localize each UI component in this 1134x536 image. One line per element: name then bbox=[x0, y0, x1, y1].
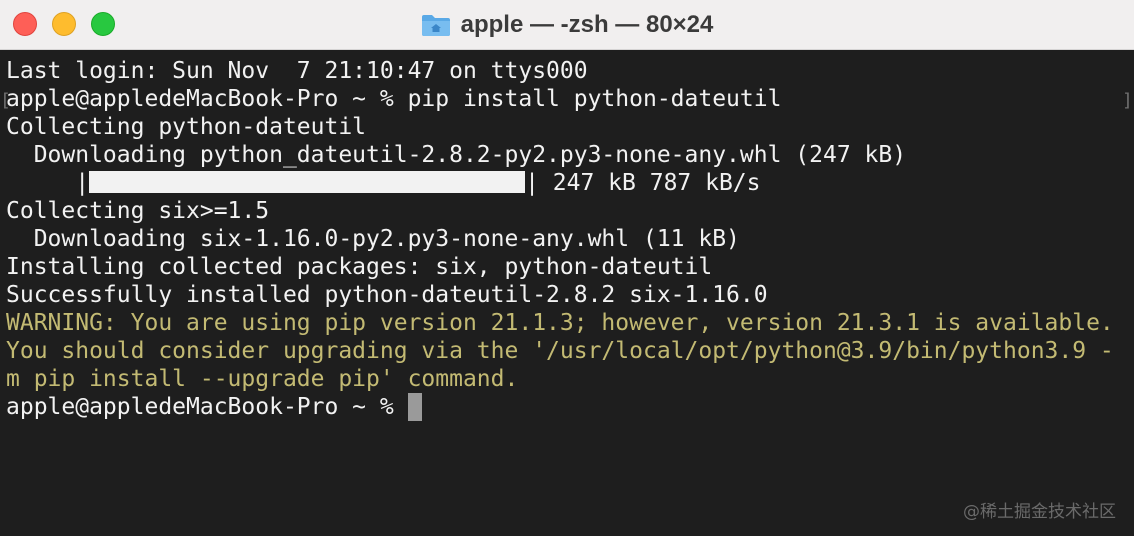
terminal-line-prompt-command: apple@appledeMacBook-Pro ~ % pip install… bbox=[6, 86, 782, 112]
folder-icon bbox=[421, 15, 450, 36]
close-button[interactable] bbox=[13, 12, 37, 36]
download-progress-bar bbox=[89, 171, 526, 193]
terminal-line-downloading-dateutil: Downloading python_dateutil-2.8.2-py2.py… bbox=[6, 142, 907, 168]
minimize-button[interactable] bbox=[52, 12, 76, 36]
title-bar[interactable]: apple — -zsh — 80×24 bbox=[0, 0, 1134, 50]
terminal-window: apple — -zsh — 80×24 Last login: Sun Nov… bbox=[0, 0, 1134, 536]
terminal-line-progress: | | 247 kB 787 kB/s bbox=[6, 169, 1134, 197]
zoom-button[interactable] bbox=[91, 12, 115, 36]
window-title: apple — -zsh — 80×24 bbox=[460, 11, 714, 38]
mark-bracket-left: [ bbox=[0, 90, 11, 111]
terminal-line-collecting-six: Collecting six>=1.5 bbox=[6, 198, 270, 224]
window-title-group: apple — -zsh — 80×24 bbox=[0, 0, 1134, 50]
terminal-line-final-prompt[interactable]: apple@appledeMacBook-Pro ~ % bbox=[6, 393, 1134, 421]
mark-bracket-right: ] bbox=[1122, 90, 1133, 111]
terminal-line-warning-2: You should consider upgrading via the '/… bbox=[6, 338, 1114, 364]
progress-prefix: | bbox=[6, 170, 90, 196]
watermark: @稀土掘金技术社区 bbox=[963, 502, 1116, 522]
terminal-line-warning-3: m pip install --upgrade pip' command. bbox=[6, 366, 519, 392]
terminal-line-warning-1: WARNING: You are using pip version 21.1.… bbox=[6, 310, 1114, 336]
terminal-line-collecting-dateutil: Collecting python-dateutil bbox=[6, 114, 367, 140]
progress-suffix: | 247 kB 787 kB/s bbox=[525, 170, 761, 196]
terminal-line-success: Successfully installed python-dateutil-2… bbox=[6, 282, 768, 308]
text-cursor bbox=[407, 393, 422, 421]
terminal-line-last-login: Last login: Sun Nov 7 21:10:47 on ttys00… bbox=[6, 58, 588, 84]
terminal-line-downloading-six: Downloading six-1.16.0-py2.py3-none-any.… bbox=[6, 226, 740, 252]
final-prompt-text: apple@appledeMacBook-Pro ~ % bbox=[6, 394, 408, 420]
terminal-line-installing: Installing collected packages: six, pyth… bbox=[6, 254, 713, 280]
terminal-output[interactable]: Last login: Sun Nov 7 21:10:47 on ttys00… bbox=[0, 51, 1134, 536]
